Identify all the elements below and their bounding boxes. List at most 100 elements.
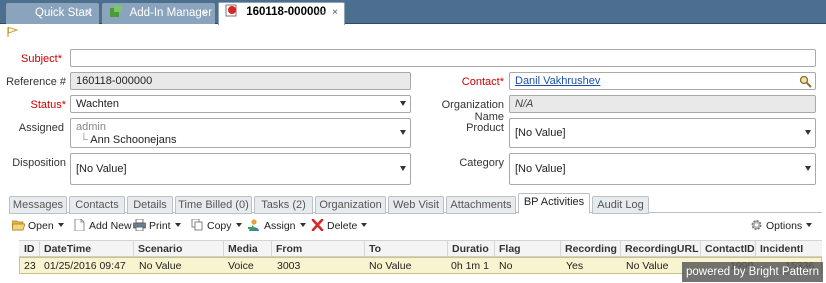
cell-recording: Yes — [566, 260, 584, 272]
open-label: Open — [28, 220, 54, 232]
col-header-flag[interactable]: Flag — [499, 243, 521, 255]
tab-attachments[interactable]: Attachments — [446, 196, 516, 214]
contact-link[interactable]: Danil Vakhrushev — [515, 75, 600, 87]
tab-time-billed[interactable]: Time Billed (0) — [175, 196, 252, 214]
col-header-to[interactable]: To — [369, 243, 381, 255]
assigned-value: Ann Schoonejans — [90, 134, 177, 146]
add-new-button[interactable]: Add New — [73, 219, 132, 232]
close-icon[interactable]: × — [202, 4, 208, 23]
status-label: Status* — [30, 99, 66, 111]
chevron-down-icon — [805, 166, 811, 171]
open-button[interactable]: Open — [12, 219, 64, 232]
subject-input[interactable] — [70, 49, 816, 67]
column-divider[interactable] — [133, 241, 134, 256]
col-header-incidentid[interactable]: IncidentI — [760, 243, 806, 255]
tab-details[interactable]: Details — [127, 196, 173, 214]
options-button[interactable]: Options — [750, 219, 813, 232]
organization-label: Organization Name — [441, 99, 504, 123]
col-header-recordingurl[interactable]: RecordingURL — [625, 243, 699, 255]
column-divider[interactable] — [271, 241, 272, 256]
tab-add-in-manager[interactable]: Add-In Manager × — [102, 3, 215, 24]
flag-icon[interactable] — [7, 26, 19, 38]
chevron-down-icon — [235, 223, 242, 227]
delete-label: Delete — [327, 220, 358, 232]
column-divider[interactable] — [560, 241, 561, 256]
copy-button[interactable]: Copy — [191, 219, 242, 232]
grid-header: ID DateTime Scenario Media From To Durat… — [19, 240, 822, 257]
tab-tasks[interactable]: Tasks (2) — [254, 196, 313, 214]
cell-datetime: 01/25/2016 09:47 — [44, 260, 126, 272]
col-header-recording[interactable]: Recording — [565, 243, 617, 255]
tab-contacts[interactable]: Contacts — [69, 196, 125, 214]
pin-icon[interactable]: ▭ — [317, 3, 326, 22]
folder-open-icon — [12, 220, 25, 231]
tab-organization[interactable]: Organization — [315, 196, 386, 214]
column-divider[interactable] — [494, 241, 495, 256]
assign-label: Assign — [264, 220, 296, 232]
contact-field[interactable]: Danil Vakhrushev — [509, 72, 816, 90]
col-header-media[interactable]: Media — [228, 243, 258, 255]
incident-icon — [225, 4, 237, 17]
powered-by-badge: powered by Bright Pattern — [682, 262, 823, 282]
assigned-select[interactable]: admin └ Ann Schoonejans — [70, 118, 411, 148]
cell-recordingurl: No Value — [626, 260, 669, 272]
close-icon[interactable]: × — [86, 4, 92, 23]
chevron-down-icon — [400, 166, 406, 171]
column-divider[interactable] — [700, 241, 701, 256]
print-button[interactable]: Print — [133, 219, 181, 232]
delete-button[interactable]: Delete — [311, 219, 368, 232]
col-header-duration[interactable]: Duratio — [452, 243, 492, 255]
record-subtabs: Messages Contacts Details Time Billed (0… — [9, 193, 822, 214]
column-divider[interactable] — [223, 241, 224, 256]
col-header-datetime[interactable]: DateTime — [44, 243, 91, 255]
status-select[interactable]: Wachten — [70, 95, 411, 113]
printer-icon — [133, 219, 146, 231]
cell-id: 23 — [24, 260, 36, 272]
col-header-from[interactable]: From — [276, 243, 302, 255]
assign-user-icon — [248, 219, 259, 231]
delete-icon — [311, 219, 324, 231]
tree-branch-icon: └ — [80, 134, 88, 146]
tab-incident-label: 160118-000000 — [246, 6, 327, 18]
tab-audit-log[interactable]: Audit Log — [592, 196, 649, 214]
category-select[interactable]: [No Value] — [509, 153, 816, 185]
assigned-label: Assigned — [18, 122, 64, 134]
tab-quick-start[interactable]: Quick Start × — [6, 3, 99, 24]
chevron-down-icon — [400, 130, 406, 135]
search-icon[interactable] — [799, 75, 812, 88]
chevron-down-icon — [805, 130, 811, 135]
cell-duration: 0h 1m 1 — [451, 260, 489, 272]
organization-field: N/A — [509, 95, 816, 113]
assign-button[interactable]: Assign — [248, 219, 306, 232]
cell-from: 3003 — [277, 260, 301, 272]
reference-field: 160118-000000 — [70, 72, 411, 90]
column-divider[interactable] — [755, 241, 756, 256]
product-label: Product — [466, 122, 504, 134]
col-header-scenario[interactable]: Scenario — [138, 243, 182, 255]
column-divider[interactable] — [620, 241, 621, 256]
col-header-contactid[interactable]: ContactID — [705, 243, 755, 255]
tab-bp-activities[interactable]: BP Activities — [518, 193, 590, 214]
close-icon[interactable]: × — [332, 3, 338, 22]
cell-to: No Value — [369, 260, 412, 272]
cell-flag: No — [499, 260, 513, 272]
col-header-id[interactable]: ID — [24, 243, 35, 255]
assigned-group: admin — [76, 121, 106, 133]
reference-label: Reference # — [6, 76, 66, 88]
tab-incident[interactable]: 160118-000000 ▭ × — [218, 2, 345, 25]
tab-web-visit[interactable]: Web Visit — [388, 196, 444, 214]
column-divider[interactable] — [447, 241, 448, 256]
chevron-down-icon — [299, 223, 306, 227]
column-divider[interactable] — [364, 241, 365, 256]
tab-quick-start-label: Quick Start — [35, 7, 92, 19]
tab-messages[interactable]: Messages — [9, 196, 67, 214]
column-divider[interactable] — [39, 241, 40, 256]
disposition-select[interactable]: [No Value] — [70, 153, 411, 185]
category-label: Category — [459, 157, 504, 169]
product-select[interactable]: [No Value] — [509, 118, 816, 148]
contact-label: Contact* — [461, 76, 504, 88]
add-in-icon — [110, 5, 122, 17]
print-label: Print — [149, 220, 171, 232]
copy-label: Copy — [207, 220, 232, 232]
chevron-down-icon — [806, 223, 813, 227]
